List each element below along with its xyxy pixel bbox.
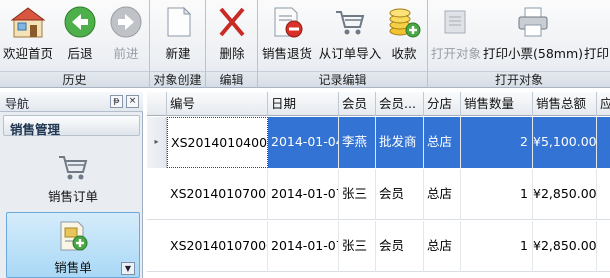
table-row[interactable]: XS201401070010 2014-01-07 张三 会员 总店 1 ¥2,… <box>147 169 610 220</box>
coins-add-icon <box>389 8 421 38</box>
home-icon <box>11 7 45 38</box>
cell-date[interactable]: 2014-01-04 <box>268 117 339 168</box>
table-row[interactable]: XS201401070008 2014-01-07 张三 会员 总店 1 ¥2,… <box>147 221 610 272</box>
cell-id[interactable]: XS201401040001 <box>167 117 268 168</box>
cell-id[interactable]: XS201401070008 <box>167 221 268 272</box>
open-object-icon <box>444 10 466 34</box>
sales-return-button[interactable]: 销售退货 <box>262 3 312 67</box>
welcome-home-button[interactable]: 欢迎首页 <box>3 3 53 67</box>
cell-branch[interactable]: 总店 <box>424 169 461 220</box>
print-receipt-58mm-label: 打印小票(58mm) <box>482 46 583 61</box>
cart-import-icon <box>336 11 365 35</box>
column-header-sales-qty[interactable]: 销售数量 <box>461 92 533 116</box>
cell-receivable[interactable] <box>597 221 610 272</box>
cell-sales-total[interactable]: ¥2,850.00 <box>533 221 597 272</box>
welcome-home-label: 欢迎首页 <box>2 46 53 61</box>
nav-item-sales-doc-label: 销售单 <box>54 260 92 275</box>
column-header-date[interactable]: 日期 <box>268 92 339 116</box>
ribbon-group-record-edit: 销售退货 从订单导入 收款 记录编辑 <box>258 0 428 88</box>
cell-branch[interactable]: 总店 <box>424 221 461 272</box>
import-from-order-button[interactable]: 从订单导入 <box>319 3 381 67</box>
receive-payment-button[interactable]: 收款 <box>382 3 426 67</box>
forward-label: 前进 <box>113 46 139 61</box>
column-header-member-type[interactable]: 会员... <box>376 92 424 116</box>
cell-date[interactable]: 2014-01-07 <box>268 221 339 272</box>
column-header-receivable[interactable]: 应 <box>597 92 610 116</box>
forward-arrow-icon <box>110 6 142 38</box>
nav-item-sales-order-label: 销售订单 <box>47 189 98 204</box>
nav-group-sales-management[interactable]: 销售管理 <box>3 115 140 137</box>
grid-header-row: 编号 日期 会员 会员... 分店 销售数量 销售总额 应 <box>147 92 610 116</box>
cell-member-type[interactable]: 批发商 <box>376 117 424 168</box>
ribbon-group-label-open: 打开对象 <box>428 71 610 87</box>
cell-sales-total[interactable]: ¥5,100.00 <box>533 117 597 168</box>
back-button[interactable]: 后退 <box>58 3 102 67</box>
import-from-order-label: 从订单导入 <box>318 46 382 61</box>
cell-member[interactable]: 张三 <box>339 221 376 272</box>
receive-payment-label: 收款 <box>391 46 417 61</box>
open-object-label: 打开对象 <box>430 46 481 61</box>
printer-icon <box>518 7 548 37</box>
cell-branch[interactable]: 总店 <box>424 117 461 168</box>
cell-sales-qty[interactable]: 1 <box>461 221 533 272</box>
column-header-id[interactable]: 编号 <box>167 92 268 116</box>
grid-header-indicator <box>147 92 167 116</box>
new-document-icon <box>167 6 192 37</box>
chevron-down-icon[interactable]: ▼ <box>121 262 135 275</box>
ribbon-toolbar: 欢迎首页 后退 前进 历史 新建 对象创建 删除 编辑 销售退货 从订单导入 收… <box>0 0 610 88</box>
nav-item-sales-order[interactable]: 销售订单 <box>6 144 140 210</box>
cell-sales-qty[interactable]: 1 <box>461 169 533 220</box>
cell-receivable[interactable] <box>597 169 610 220</box>
open-object-button[interactable]: 打开对象 <box>431 3 481 67</box>
print-label: 打印 <box>584 46 610 61</box>
back-arrow-icon <box>64 6 96 38</box>
new-button[interactable]: 新建 <box>156 3 200 67</box>
table-row[interactable]: ▸ XS201401040001 2014-01-04 李燕 批发商 总店 2 … <box>147 117 610 168</box>
delete-button[interactable]: 删除 <box>210 3 254 67</box>
ribbon-group-history: 欢迎首页 后退 前进 历史 <box>0 0 150 88</box>
print-button[interactable]: 打印 <box>582 3 610 67</box>
navigation-pane: 导航 ᵽ × 销售管理 销售订单 销售单 ▼ <box>0 92 143 278</box>
row-indicator-icon[interactable]: ▸ <box>147 117 167 168</box>
close-icon[interactable]: × <box>126 95 139 108</box>
forward-button[interactable]: 前进 <box>104 3 148 67</box>
cell-member[interactable]: 李燕 <box>339 117 376 168</box>
column-header-sales-total[interactable]: 销售总额 <box>533 92 597 116</box>
pin-icon[interactable]: ᵽ <box>110 95 123 108</box>
column-header-branch[interactable]: 分店 <box>424 92 461 116</box>
cell-sales-qty[interactable]: 2 <box>461 117 533 168</box>
delete-x-icon <box>219 7 245 37</box>
sales-return-icon <box>274 7 303 38</box>
ribbon-group-label-create: 对象创建 <box>150 71 205 87</box>
ribbon-group-label-history: 历史 <box>0 71 149 87</box>
cell-receivable[interactable] <box>597 117 610 168</box>
nav-group-title: 销售管理 <box>10 122 61 137</box>
column-header-member[interactable]: 会员 <box>339 92 376 116</box>
delete-label: 删除 <box>219 46 245 61</box>
print-receipt-58mm-button[interactable]: 打印小票(58mm) <box>483 3 583 67</box>
new-label: 新建 <box>165 46 191 61</box>
ribbon-group-label-record-edit: 记录编辑 <box>258 71 427 87</box>
cell-member-type[interactable]: 会员 <box>376 221 424 272</box>
cell-id[interactable]: XS201401070010 <box>167 169 268 220</box>
cell-sales-total[interactable]: ¥2,850.00 <box>533 169 597 220</box>
cell-member-type[interactable]: 会员 <box>376 169 424 220</box>
sales-return-label: 销售退货 <box>261 46 312 61</box>
ribbon-group-label-edit: 编辑 <box>206 71 257 87</box>
ribbon-group-open: 打开对象 打印小票(58mm) 打印 打开对象 <box>428 0 610 88</box>
nav-pane-title: 导航 <box>5 97 30 111</box>
sales-doc-add-icon <box>60 221 88 251</box>
shopping-cart-icon <box>59 156 88 180</box>
cell-date[interactable]: 2014-01-07 <box>268 169 339 220</box>
nav-pane-header: 导航 ᵽ × <box>0 92 143 112</box>
ribbon-group-edit: 删除 编辑 <box>206 0 258 88</box>
cell-member[interactable]: 张三 <box>339 169 376 220</box>
nav-item-sales-doc[interactable]: 销售单 ▼ <box>6 212 140 278</box>
ribbon-group-create: 新建 对象创建 <box>150 0 206 88</box>
sales-grid: 编号 日期 会员 会员... 分店 销售数量 销售总额 应 ▸ XS201401… <box>147 92 610 278</box>
